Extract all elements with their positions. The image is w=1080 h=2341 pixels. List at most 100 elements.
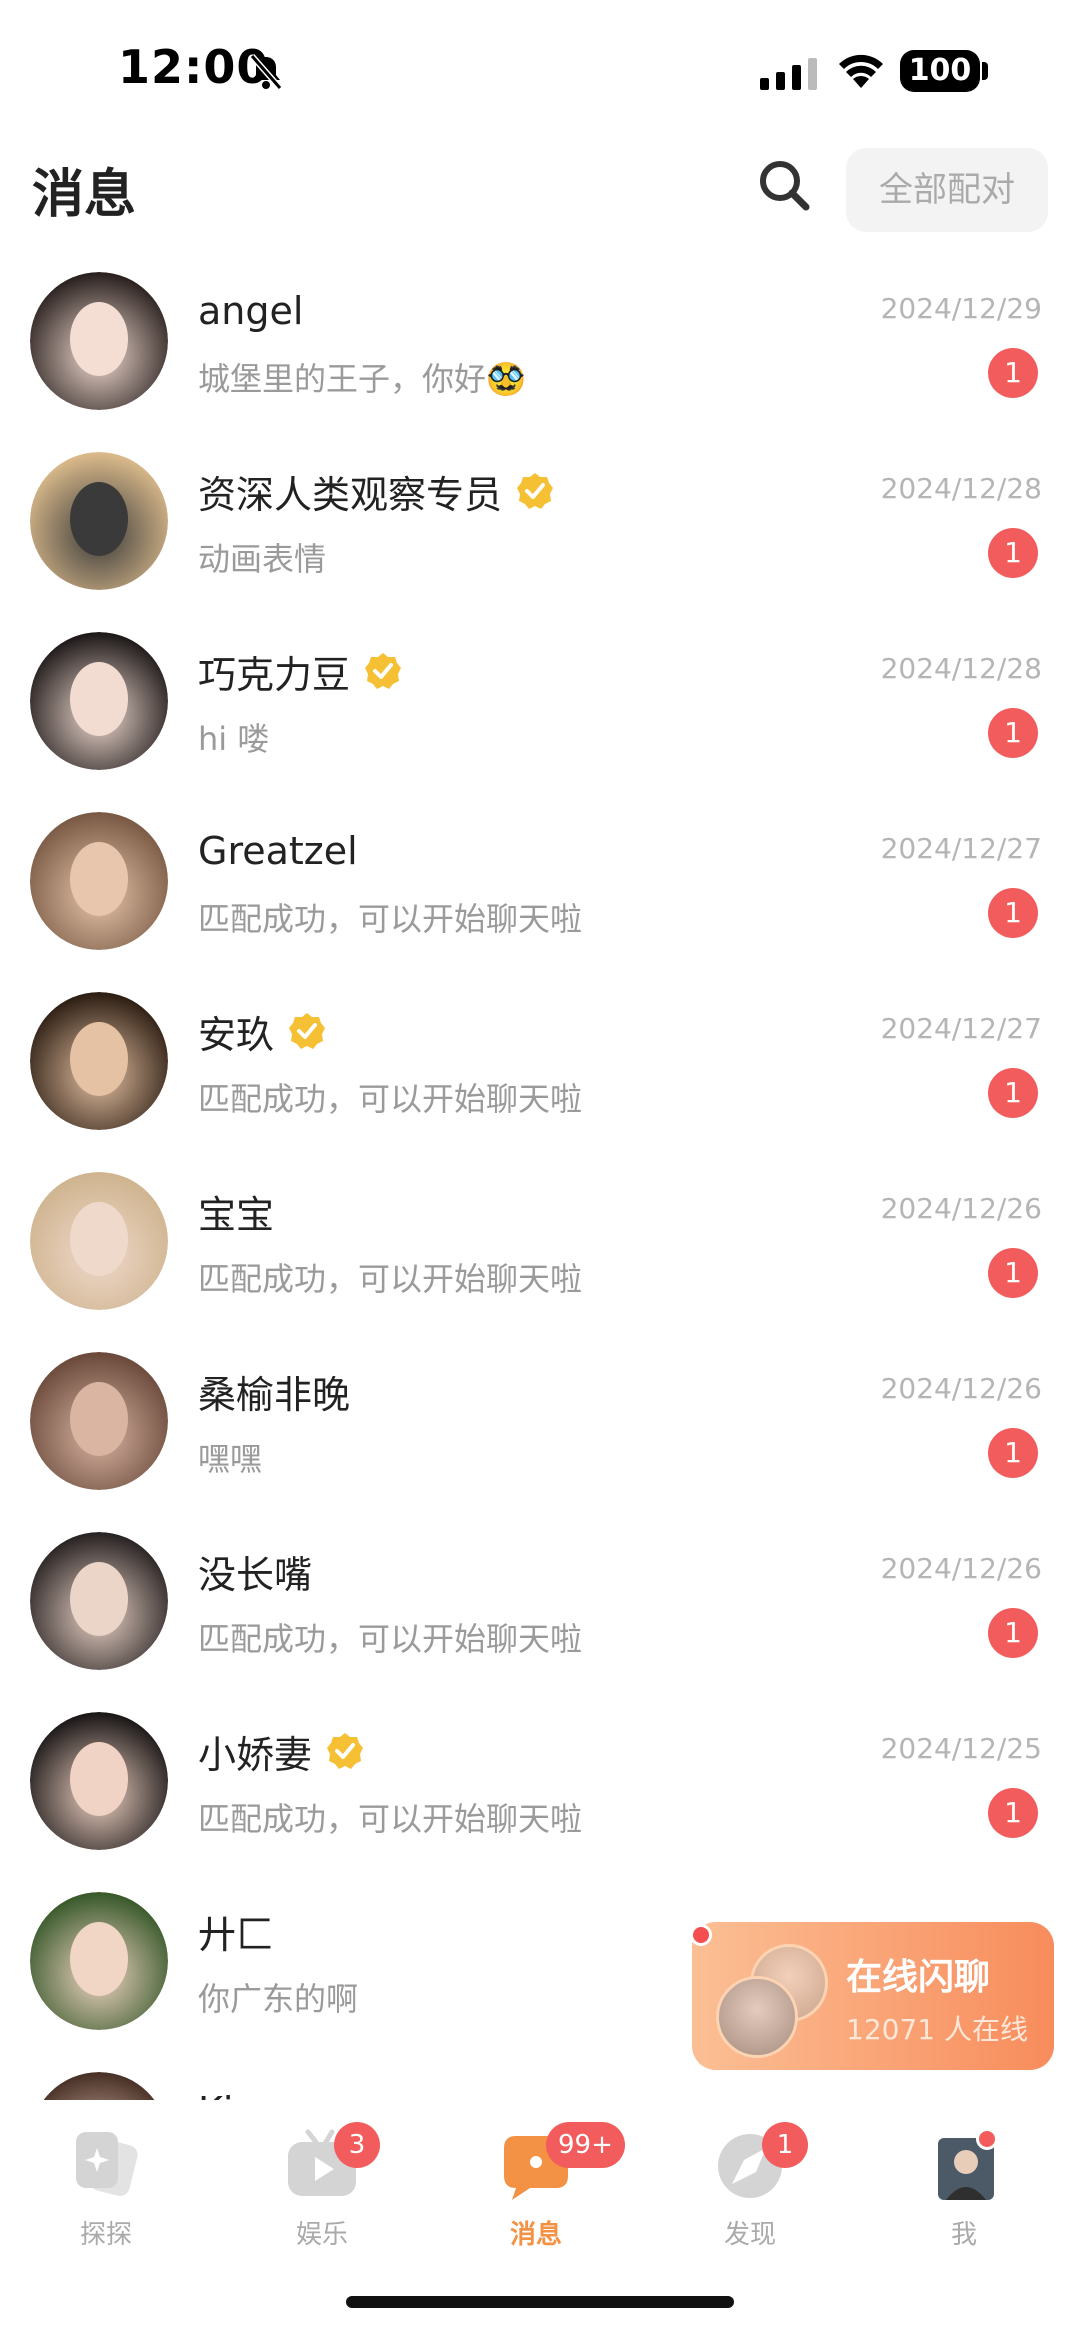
- avatar-face: [70, 1562, 128, 1636]
- tab-tantan[interactable]: 探探: [26, 2100, 186, 2250]
- notification-dot: [690, 1924, 712, 1946]
- flash-chat-online-count: 12071 人在线: [846, 2013, 1028, 2046]
- conversation-name-row: 小娇妻: [198, 1726, 364, 1777]
- cards-icon: [76, 2132, 138, 2196]
- contact-name: 资深人类观察专员: [198, 472, 503, 517]
- conversation-name-row: Greatzel: [198, 826, 358, 876]
- message-preview: hi 喽: [198, 720, 270, 758]
- verified-badge-icon: [327, 1733, 364, 1769]
- unread-count-badge: 1: [988, 1068, 1038, 1118]
- message-preview: 城堡里的王子，你好🥸: [198, 360, 526, 398]
- battery-tip: [982, 62, 988, 80]
- tab-label: 我: [950, 2220, 977, 2250]
- avatar[interactable]: [30, 632, 168, 770]
- conversation-row[interactable]: 宝宝匹配成功，可以开始聊天啦 2024/12/26 1: [0, 1160, 1080, 1340]
- tab-label: 发现: [723, 2220, 776, 2250]
- unread-count-badge: 1: [988, 1248, 1038, 1298]
- status-bar: 12:00 100: [0, 0, 1080, 140]
- message-date: 2024/12/26: [880, 1552, 1042, 1585]
- avatar-face: [70, 1742, 128, 1816]
- flash-chat-title: 在线闪聊: [846, 1957, 991, 1998]
- message-preview: 匹配成功，可以开始聊天啦: [198, 900, 583, 938]
- contact-name: 小娇妻: [198, 1732, 313, 1777]
- avatar[interactable]: [30, 1352, 168, 1490]
- conversation-row[interactable]: 巧克力豆 hi 喽 2024/12/28 1: [0, 620, 1080, 800]
- search-icon[interactable]: [754, 155, 814, 215]
- message-date: 2024/12/28: [880, 472, 1042, 505]
- unread-count-badge: 1: [988, 528, 1038, 578]
- conversation-row[interactable]: 桑榆非晚 嘿嘿 2024/12/26 1: [0, 1340, 1080, 1520]
- conversation-row[interactable]: 没长嘴 匹配成功，可以开始聊天啦 2024/12/26 1: [0, 1520, 1080, 1700]
- avatar[interactable]: [30, 1172, 168, 1310]
- tab-messages[interactable]: 消息 99+: [456, 2100, 625, 2250]
- conversation-name-row: 宝宝: [198, 1186, 275, 1237]
- message-date: 2024/12/25: [880, 1732, 1042, 1765]
- unread-count-badge: 1: [988, 1428, 1038, 1478]
- conversation-list: angel 城堡里的王子，你好🥸 2024/12/29 1 资深人类观察专员 动画表情 20…: [0, 260, 1080, 2100]
- avatar[interactable]: [30, 452, 168, 590]
- avatar-face: [70, 1382, 128, 1456]
- avatar-face: [70, 1202, 128, 1276]
- verified-badge-icon: [365, 653, 402, 689]
- avatar-face: [70, 1022, 128, 1096]
- avatar-face: [70, 482, 128, 556]
- conversation-name-row: Ki...: [198, 2086, 270, 2100]
- tab-badge: 99+: [546, 2122, 625, 2168]
- message-preview: 匹配成功，可以开始聊天啦: [198, 1260, 583, 1298]
- avatar[interactable]: [30, 272, 168, 410]
- page-title: 消息: [32, 165, 137, 225]
- message-date: 2024/12/26: [880, 1192, 1042, 1225]
- conversation-row[interactable]: angel 城堡里的王子，你好🥸 2024/12/29 1: [0, 260, 1080, 440]
- conversation-name-row: 廾匚: [198, 1906, 275, 1957]
- message-date: 2024/12/27: [880, 832, 1042, 865]
- avatar[interactable]: [30, 992, 168, 1130]
- contact-name: 桑榆非晚: [198, 1372, 351, 1417]
- avatar-face: [70, 302, 128, 376]
- conversation-row[interactable]: 资深人类观察专员 动画表情 2024/12/28 1: [0, 440, 1080, 620]
- contact-name: 宝宝: [198, 1192, 275, 1237]
- unread-count-badge: 1: [988, 1788, 1038, 1838]
- bottom-tab-bar: 探探 娱乐 3 消息 99+ 发现 1 我: [0, 2100, 1080, 2250]
- contact-name: 没长嘴: [198, 1552, 313, 1597]
- avatar[interactable]: [30, 1712, 168, 1850]
- message-preview: 嘿嘿: [198, 1440, 263, 1478]
- conversation-name-row: 资深人类观察专员: [198, 466, 554, 517]
- avatar[interactable]: [30, 1532, 168, 1670]
- unread-count-badge: 1: [988, 888, 1038, 938]
- avatar-face: [70, 662, 128, 736]
- tab-discover[interactable]: 发现 1: [670, 2100, 830, 2250]
- tab-badge: 1: [762, 2122, 808, 2168]
- conversation-row[interactable]: Greatzel 匹配成功，可以开始聊天啦 2024/12/27 1: [0, 800, 1080, 980]
- message-preview: 匹配成功，可以开始聊天啦: [198, 1080, 583, 1118]
- tab-me[interactable]: 我: [884, 2100, 1044, 2250]
- tab-entertainment[interactable]: 娱乐 3: [242, 2100, 402, 2250]
- conversation-row[interactable]: 小娇妻 匹配成功，可以开始聊天啦 2024/12/25 1: [0, 1700, 1080, 1880]
- message-date: 2024/12/28: [880, 652, 1042, 685]
- conversation-name-row: 安玖: [198, 1006, 326, 1057]
- avatar[interactable]: [30, 2072, 168, 2100]
- verified-badge-icon: [289, 1013, 326, 1049]
- tab-label: 探探: [79, 2220, 132, 2250]
- home-indicator[interactable]: [346, 2296, 734, 2308]
- avatar[interactable]: [30, 1892, 168, 2030]
- tab-label: 娱乐: [295, 2220, 348, 2250]
- flash-chat-avatar: [716, 1976, 798, 2058]
- tab-badge: 3: [334, 2122, 380, 2168]
- avatar[interactable]: [30, 812, 168, 950]
- conversation-name-row: angel: [198, 286, 303, 336]
- wifi-icon: [839, 54, 883, 88]
- tab-label: 消息: [509, 2220, 562, 2250]
- verified-badge-icon: [517, 473, 554, 509]
- notification-dot: [976, 2128, 998, 2150]
- contact-name: 安玖: [198, 1012, 275, 1057]
- contact-name: 廾匚: [198, 1912, 275, 1957]
- conversation-name-row: 巧克力豆: [198, 646, 402, 697]
- contact-name: Greatzel: [198, 829, 358, 873]
- unread-count-badge: 1: [988, 1608, 1038, 1658]
- all-matches-button[interactable]: 全部配对: [846, 148, 1048, 232]
- bell-muted-icon: [249, 54, 283, 90]
- avatar-face: [70, 1922, 128, 1996]
- message-date: 2024/12/27: [880, 1012, 1042, 1045]
- battery-indicator: 100: [900, 50, 980, 92]
- conversation-row[interactable]: 安玖匹配成功，可以开始聊天啦 2024/12/27 1: [0, 980, 1080, 1160]
